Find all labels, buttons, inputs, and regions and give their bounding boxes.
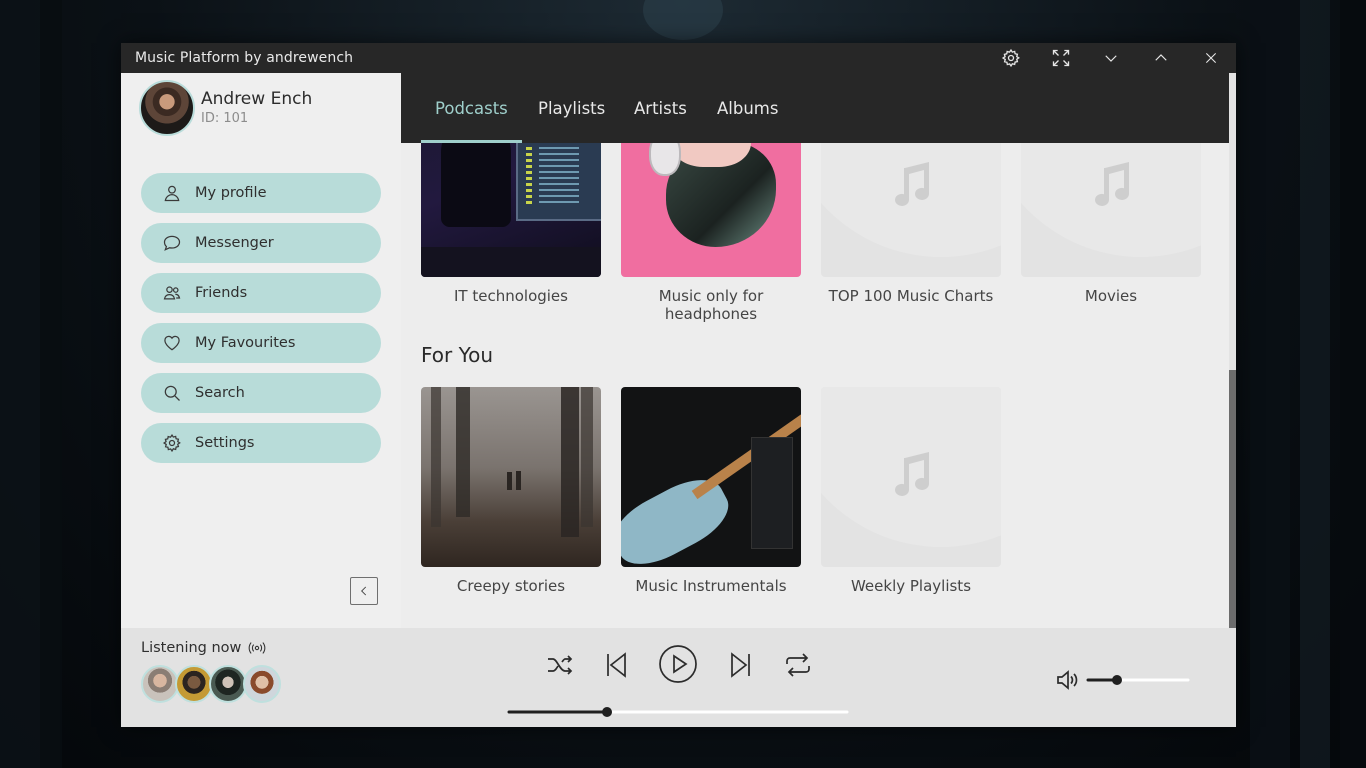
- music-note-icon: [895, 452, 929, 496]
- card-movies[interactable]: Movies: [1021, 143, 1201, 305]
- avatar[interactable]: [139, 80, 195, 136]
- fullscreen-button[interactable]: [1045, 46, 1077, 70]
- progress-bar[interactable]: [506, 706, 850, 718]
- listening-now: Listening now: [141, 640, 267, 656]
- search-icon: [161, 382, 183, 404]
- sidebar-item-label: Settings: [195, 435, 255, 451]
- sidebar-item-label: Messenger: [195, 235, 274, 251]
- sidebar-item-messenger[interactable]: Messenger: [141, 223, 381, 263]
- sidebar-item-search[interactable]: Search: [141, 373, 381, 413]
- window-title: Music Platform by andrewench: [135, 50, 354, 66]
- friends-icon: [161, 282, 183, 304]
- broadcast-icon: [249, 642, 266, 654]
- card-label: Music Instrumentals: [635, 577, 787, 595]
- section-title-for-you: For You: [421, 343, 494, 367]
- previous-button[interactable]: [599, 650, 633, 680]
- chevron-down-icon: [1105, 55, 1117, 62]
- skip-back-icon: [607, 652, 626, 678]
- tab-playlists[interactable]: Playlists: [524, 73, 619, 143]
- card-image: [421, 387, 601, 567]
- volume-slider[interactable]: [1085, 674, 1191, 686]
- card-label: Weekly Playlists: [850, 577, 972, 595]
- maximize-button[interactable]: [1145, 46, 1177, 70]
- sidebar-item-label: My profile: [195, 185, 267, 201]
- sidebar-item-my-profile[interactable]: My profile: [141, 173, 381, 213]
- card-image: [621, 143, 801, 277]
- repeat-icon: [786, 653, 810, 677]
- user-icon: [161, 182, 183, 204]
- card-label: Music only for headphones: [658, 287, 764, 323]
- title-bar: Music Platform by andrewench: [121, 43, 1236, 73]
- player-bar: Listening now: [121, 628, 1236, 727]
- music-note-icon: [895, 162, 929, 206]
- repeat-button[interactable]: [780, 650, 816, 680]
- chevron-up-icon: [1155, 54, 1167, 61]
- fullscreen-icon: [1052, 49, 1070, 67]
- user-name: Andrew Ench: [201, 89, 313, 109]
- close-icon: [1205, 52, 1217, 64]
- play-button[interactable]: [658, 644, 698, 684]
- card-top-100-music-charts[interactable]: TOP 100 Music Charts: [821, 143, 1001, 305]
- sidebar-item-settings[interactable]: Settings: [141, 423, 381, 463]
- listener-avatar[interactable]: [175, 665, 213, 703]
- card-it-technologies[interactable]: IT technologies: [421, 143, 601, 305]
- chevron-left-icon: [361, 586, 367, 596]
- tab-bar: Podcasts Playlists Artists Albums: [401, 73, 1229, 143]
- close-button[interactable]: [1195, 46, 1227, 70]
- speaker-icon: [1057, 670, 1078, 690]
- user-id: ID: 101: [201, 111, 249, 126]
- listening-now-label: Listening now: [141, 640, 242, 656]
- app-window: Music Platform by andrewench Andrew Ench…: [121, 43, 1236, 727]
- chat-icon: [161, 232, 183, 254]
- card-creepy-stories[interactable]: Creepy stories: [421, 387, 601, 595]
- progress-knob: [602, 707, 613, 717]
- sidebar-item-label: Search: [195, 385, 245, 401]
- card-image-placeholder: [821, 143, 1001, 277]
- skip-forward-icon: [731, 652, 750, 678]
- card-label: Movies: [1084, 287, 1138, 305]
- listener-avatar[interactable]: [209, 665, 247, 703]
- sidebar-item-friends[interactable]: Friends: [141, 273, 381, 313]
- settings-button[interactable]: [995, 46, 1027, 70]
- card-image-placeholder: [821, 387, 1001, 567]
- card-label: IT technologies: [454, 287, 568, 305]
- shuffle-icon: [548, 655, 573, 675]
- card-image: [421, 143, 601, 277]
- minimize-button[interactable]: [1095, 46, 1127, 70]
- scrollbar-thumb[interactable]: [1229, 370, 1236, 628]
- gear-icon: [161, 432, 183, 454]
- sidebar-item-label: Friends: [195, 285, 248, 301]
- card-label: Creepy stories: [456, 577, 566, 595]
- sidebar: Andrew Ench ID: 101 My profile Messenger…: [121, 73, 401, 628]
- tab-albums[interactable]: Albums: [703, 73, 792, 143]
- heart-icon: [161, 332, 183, 354]
- card-image: [621, 387, 801, 567]
- sidebar-item-label: My Favourites: [195, 335, 296, 351]
- music-note-icon: [1095, 162, 1129, 206]
- listener-avatar[interactable]: [243, 665, 281, 703]
- play-icon: [659, 645, 697, 683]
- next-button[interactable]: [724, 650, 758, 680]
- card-image-placeholder: [1021, 143, 1201, 277]
- card-weekly-playlists[interactable]: Weekly Playlists: [821, 387, 1001, 595]
- sidebar-item-my-favourites[interactable]: My Favourites: [141, 323, 381, 363]
- content-area: IT technologies Music only for headphone…: [401, 143, 1229, 628]
- card-music-instrumentals[interactable]: Music Instrumentals: [621, 387, 801, 595]
- shuffle-button[interactable]: [543, 650, 577, 680]
- card-label: TOP 100 Music Charts: [828, 287, 994, 305]
- tab-podcasts[interactable]: Podcasts: [421, 73, 522, 143]
- volume-button[interactable]: [1055, 668, 1081, 692]
- card-music-only-for-headphones[interactable]: Music only for headphones: [621, 143, 801, 323]
- listener-avatar[interactable]: [141, 665, 179, 703]
- tab-artists[interactable]: Artists: [620, 73, 701, 143]
- collapse-sidebar-button[interactable]: [350, 577, 378, 605]
- volume-knob: [1112, 675, 1122, 685]
- gear-icon: [1001, 48, 1020, 68]
